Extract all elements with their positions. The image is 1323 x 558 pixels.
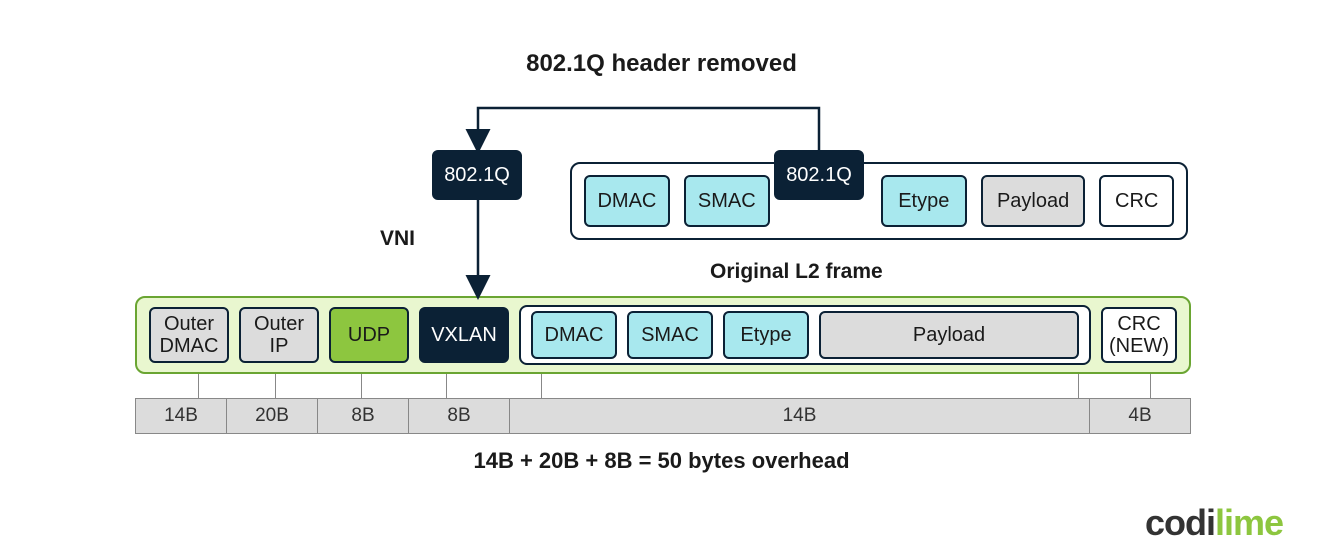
orig-crc-box: CRC xyxy=(1099,175,1174,227)
tick-line xyxy=(198,374,199,398)
orig-payload-box: Payload xyxy=(981,175,1086,227)
diagram-title: 802.1Q header removed xyxy=(0,50,1323,78)
inner-l2-frame: DMAC SMAC Etype Payload xyxy=(519,305,1091,365)
orig-dmac-box: DMAC xyxy=(584,175,670,227)
crc-new-box: CRC (NEW) xyxy=(1101,307,1177,363)
size-cell: 14B xyxy=(136,399,227,433)
inner-dmac-box: DMAC xyxy=(531,311,617,359)
inner-smac-box: SMAC xyxy=(627,311,713,359)
logo-codi: codi xyxy=(1145,502,1215,543)
q-chip-upper: 802.1Q xyxy=(774,150,864,200)
tick-line xyxy=(541,374,542,398)
vni-label: VNI xyxy=(380,227,415,251)
udp-box: UDP xyxy=(329,307,409,363)
tick-line xyxy=(1150,374,1151,398)
outer-ip-box: Outer IP xyxy=(239,307,319,363)
size-cell: 20B xyxy=(227,399,318,433)
logo-lime: lime xyxy=(1215,502,1283,543)
inner-etype-box: Etype xyxy=(723,311,809,359)
q-chip-left: 802.1Q xyxy=(432,150,522,200)
vxlan-box: VXLAN xyxy=(419,307,509,363)
size-cell: 8B xyxy=(409,399,510,433)
tick-line xyxy=(446,374,447,398)
codilime-logo: codilime xyxy=(1145,502,1283,544)
orig-etype-box: Etype xyxy=(881,175,967,227)
arrow-layer xyxy=(0,0,1323,558)
tick-line xyxy=(361,374,362,398)
inner-payload-box: Payload xyxy=(819,311,1079,359)
size-cell: 4B xyxy=(1090,399,1190,433)
vxlan-frame-container: Outer DMAC Outer IP UDP VXLAN DMAC SMAC … xyxy=(135,296,1191,374)
tick-line xyxy=(1078,374,1079,398)
orig-smac-box: SMAC xyxy=(684,175,770,227)
size-cell: 8B xyxy=(318,399,409,433)
original-frame-container: DMAC SMAC Etype Payload CRC xyxy=(570,162,1188,240)
outer-dmac-box: Outer DMAC xyxy=(149,307,229,363)
original-l2-label: Original L2 frame xyxy=(710,260,883,284)
size-cell: 14B xyxy=(510,399,1090,433)
tick-line xyxy=(275,374,276,398)
size-bar: 14B 20B 8B 8B 14B 4B xyxy=(135,398,1191,434)
overhead-label: 14B + 20B + 8B = 50 bytes overhead xyxy=(0,448,1323,474)
